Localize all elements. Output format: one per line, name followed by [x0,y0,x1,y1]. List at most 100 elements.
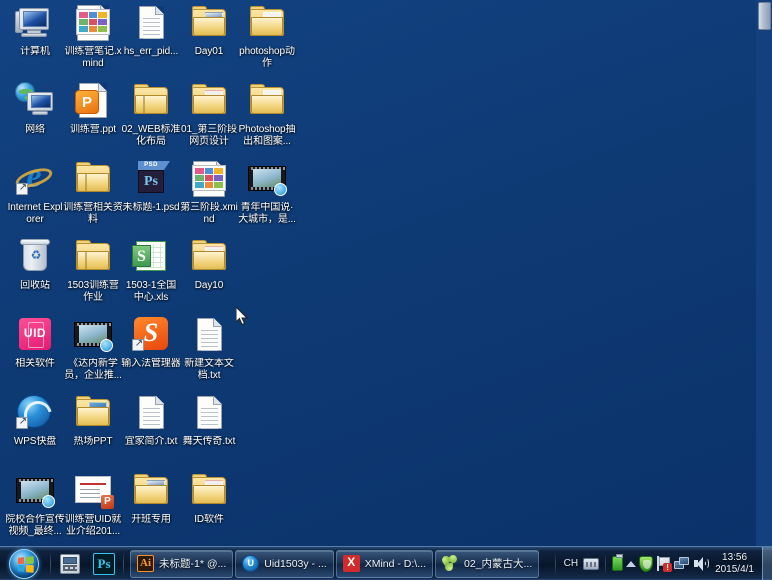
wps-icon [13,392,57,434]
desktop-scrollbar[interactable] [756,0,772,546]
taskbar[interactable]: Ps Ai 未标题-1* @... U Uid1503y - ... X XMi… [0,546,772,580]
taskbar-item-label: Uid1503y - ... [264,557,327,570]
taskbar-item-label: XMind - D:\... [364,557,426,570]
desktop-icon[interactable]: 第三阶段.xmind [179,158,239,225]
desktop-icon[interactable]: 青年中国说·大城市，是... [237,158,297,225]
task-area-separator [123,551,124,576]
xmind-icon [187,158,231,200]
desktop-icon[interactable]: hs_err_pid... [121,2,181,58]
task-button-area[interactable]: Ai 未标题-1* @... U Uid1503y - ... X XMind … [126,549,552,578]
shortcut-arrow-icon [132,338,145,351]
network-icon[interactable] [674,556,690,571]
desktop-icon[interactable]: 热场PPT [63,392,123,448]
start-button[interactable] [0,548,48,580]
desktop-icon[interactable]: 开班专用 [121,470,181,526]
security-shield-icon[interactable] [639,555,654,572]
desktop-icon[interactable]: 计算机 [5,2,65,58]
ime-indicator[interactable]: CH [562,558,580,569]
desktop-icon-label: 开班专用 [131,514,171,525]
desktop[interactable]: 计算机 训练营笔记.xmind hs_err_pid... Day01 photosho… [0,0,772,580]
illustrator-icon: Ai [137,555,154,572]
tray-separator-2 [605,552,607,575]
desktop-icon[interactable]: Photoshop抽出和图案... [237,80,297,147]
desktop-icon[interactable]: P 训练营UID就业介绍201... [63,470,123,537]
folder-red-icon [187,80,231,122]
desktop-icon[interactable]: P 训练营.ppt [63,80,123,136]
desktop-icon[interactable]: 院校合作宣传视频_最终... [5,470,65,537]
desktop-icon[interactable]: WPS快盘 [5,392,65,448]
slide-icon: P [71,470,115,512]
desktop-icon[interactable]: 01_第三阶段网页设计 [179,80,239,147]
desktop-icon-label: 输入法管理器 [121,358,181,369]
battery-icon[interactable] [612,554,624,571]
desktop-icon[interactable]: 网络 [5,80,65,136]
show-hidden-icons-icon[interactable] [626,560,637,567]
keyboard-icon[interactable] [583,557,600,570]
clover-leaf-icon [440,553,459,572]
doc-icon [129,2,173,44]
desktop-icon[interactable]: Day01 [179,2,239,58]
desktop-icon-label: Day10 [194,280,224,291]
psd-icon: PSD Ps [129,158,173,200]
taskbar-item-label: 02_内蒙古大... [463,558,533,570]
desktop-icon[interactable]: 《达内新学员，企业推... [63,314,123,381]
desktop-icon[interactable]: S 1503-1全国中心.xls [121,236,181,303]
desktop-icon[interactable]: PSD Ps 未标题-1.psd [121,158,181,214]
folder-paper-icon [245,2,289,44]
desktop-icon-label: WPS快盘 [13,436,57,447]
desktop-icon-label: 舞天传奇.txt [182,436,236,447]
folder-plain-icon [71,158,115,200]
desktop-icon[interactable]: ID软件 [179,470,239,526]
desktop-icon-label: 新建文本文档.txt [184,358,234,381]
folder-plain-icon [71,236,115,278]
windows-orb-icon [9,548,39,579]
flag-action-center-icon[interactable]: ! [656,556,673,572]
doc-icon [187,392,231,434]
desktop-icon-grid[interactable]: 计算机 训练营笔记.xmind hs_err_pid... Day01 photosho… [0,0,752,546]
sogou-icon: S [129,314,173,356]
desktop-icon[interactable]: 训练营笔记.xmind [63,2,123,69]
desktop-icon-label: ID软件 [194,514,224,525]
show-desktop-button[interactable] [762,546,772,580]
desktop-icon-label: 1503-1全国中心.xls [125,280,177,303]
scrollbar-thumb[interactable] [758,2,771,30]
doc-icon [187,314,231,356]
desktop-icon[interactable]: 舞天传奇.txt [179,392,239,448]
desktop-icon[interactable]: Day10 [179,236,239,292]
desktop-icon-label: 训练营相关资料 [63,202,123,225]
desktop-icon-label: 1503训练营作业 [67,280,119,303]
desktop-icon[interactable]: photoshop动作 [237,2,297,69]
shortcut-arrow-icon [16,416,29,429]
volume-icon[interactable] [693,556,710,571]
desktop-icon-label: photoshop动作 [239,46,295,69]
net-icon [13,80,57,122]
desktop-icon[interactable]: 02_WEB标准化布局 [121,80,181,147]
quick-launch-separator [50,551,51,576]
desktop-icon-label: 第三阶段.xmind [180,202,238,225]
xmind-icon: X [342,555,360,572]
pc-icon [13,2,57,44]
desktop-icon-label: 未标题-1.psd [122,202,180,213]
desktop-icon-label: 《达内新学员，企业推... [64,358,122,381]
quicklaunch-calculator[interactable] [53,549,87,579]
desktop-icon[interactable]: 宜家简介.txt [121,392,181,448]
quicklaunch-photoshop[interactable]: Ps [87,549,121,579]
desktop-icon-label: 青年中国说·大城市，是... [238,202,296,225]
desktop-icon-label: 回收站 [20,280,50,291]
shortcut-arrow-icon [16,182,29,195]
desktop-icon[interactable]: eInternet Explorer [5,158,65,225]
clock[interactable]: 13:56 2015/4/1 [711,552,760,576]
desktop-icon[interactable]: S 输入法管理器 [121,314,181,370]
desktop-icon[interactable]: ♻ 回收站 [5,236,65,292]
folder-red-icon [187,470,231,512]
desktop-icon[interactable]: UID 相关软件 [5,314,65,370]
desktop-icon[interactable]: 训练营相关资料 [63,158,123,225]
system-tray[interactable]: CH ! [552,552,711,575]
taskbar-item-folder-window[interactable]: 02_内蒙古大... [434,549,540,578]
desktop-icon[interactable]: 新建文本文档.txt [179,314,239,381]
taskbar-item-xmind[interactable]: X XMind - D:\... [335,549,433,578]
desktop-icon-label: 01_第三阶段网页设计 [181,124,237,147]
taskbar-item-uid[interactable]: U Uid1503y - ... [235,549,334,578]
taskbar-item-illustrator[interactable]: Ai 未标题-1* @... [130,549,234,578]
desktop-icon[interactable]: 1503训练营作业 [63,236,123,303]
